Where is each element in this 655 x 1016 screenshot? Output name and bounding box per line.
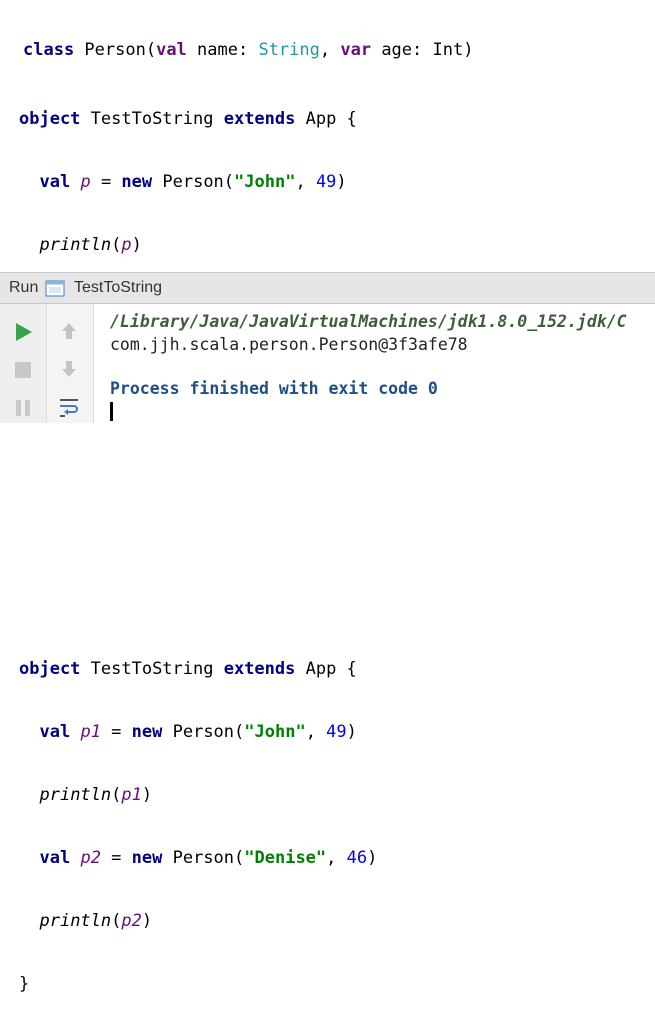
arrow-up-icon[interactable] <box>57 319 81 343</box>
code-line: val p1 = new Person("John", 49) <box>19 722 377 743</box>
soft-wrap-icon[interactable] <box>57 395 81 419</box>
code-text: ) <box>141 785 153 805</box>
closing-brace: } <box>19 974 30 994</box>
run-toolbar-primary <box>0 304 47 423</box>
play-icon[interactable] <box>11 320 35 344</box>
keyword-new: new <box>121 172 153 192</box>
code-line: println(p) <box>19 235 357 256</box>
keyword-val: val <box>39 172 71 192</box>
code-line: println(p1) <box>19 785 377 806</box>
variable-p1: p1 <box>80 722 101 742</box>
console-java-path: /Library/Java/JavaVirtualMachines/jdk1.8… <box>110 312 627 331</box>
code-text: Person( <box>162 722 245 742</box>
console-program-output: com.jjh.scala.person.Person@3f3afe78 <box>110 335 468 354</box>
code-text: , <box>319 40 341 60</box>
code-text: name: <box>186 40 259 60</box>
keyword-val: val <box>39 722 71 742</box>
code-text: ) <box>336 172 347 192</box>
run-panel-title: Run <box>9 279 39 296</box>
variable-p2: p2 <box>80 848 101 868</box>
code-text: Person( <box>152 172 235 192</box>
function-println: println <box>39 785 112 805</box>
code-line: val p = new Person("John", 49) <box>19 172 357 193</box>
keyword-class: class <box>23 40 75 60</box>
code-text: App { <box>295 109 357 129</box>
stop-icon[interactable] <box>11 358 35 382</box>
string-literal: "John" <box>234 172 296 192</box>
code-text: ( <box>111 911 122 931</box>
variable-p: p <box>121 235 132 255</box>
keyword-object: object <box>19 109 81 129</box>
code-text: , <box>326 848 347 868</box>
code-text: ( <box>111 235 122 255</box>
arrow-down-icon[interactable] <box>57 357 81 381</box>
number-literal: 49 <box>326 722 347 742</box>
code-text: = <box>90 172 122 192</box>
keyword-extends: extends <box>223 109 296 129</box>
code-line: object TestToString extends App { <box>19 659 377 680</box>
function-println: println <box>39 911 112 931</box>
keyword-new: new <box>131 722 163 742</box>
run-tab-label[interactable]: TestToString <box>74 279 162 297</box>
code-line: } <box>19 974 377 995</box>
number-literal: 49 <box>315 172 337 192</box>
code-text: TestToString <box>80 109 224 129</box>
code-line: val p2 = new Person("Denise", 46) <box>19 848 377 869</box>
code-text: Person( <box>162 848 245 868</box>
code-text: , <box>295 172 316 192</box>
code-text: , <box>305 722 327 742</box>
keyword-val: val <box>39 848 71 868</box>
variable-p: p <box>80 172 91 192</box>
code-line: class Person(val name: String, var age: … <box>23 40 473 61</box>
keyword-extends: extends <box>223 659 296 679</box>
number-literal: 46 <box>346 848 368 868</box>
code-text: App { <box>295 659 357 679</box>
code-text: TestToString <box>80 659 224 679</box>
keyword-new: new <box>131 848 163 868</box>
console-process-finished: Process finished with exit code 0 <box>110 379 438 398</box>
code-line: println(p2) <box>19 911 377 932</box>
function-println: println <box>39 235 112 255</box>
string-literal: "Denise" <box>244 848 327 868</box>
code-text: = <box>100 722 132 742</box>
keyword-val: val <box>156 40 187 60</box>
code-text: ) <box>141 911 153 931</box>
code-text: ( <box>111 785 122 805</box>
text-cursor <box>110 402 113 421</box>
variable-p2: p2 <box>121 911 142 931</box>
run-toolbar-secondary <box>47 304 94 423</box>
pause-icon[interactable] <box>11 396 35 420</box>
console-output[interactable]: /Library/Java/JavaVirtualMachines/jdk1.8… <box>110 304 655 423</box>
variable-p1: p1 <box>121 785 142 805</box>
keyword-var: var <box>340 40 372 60</box>
code-text: = <box>100 848 132 868</box>
code-text: ) <box>346 722 357 742</box>
code-text: ) <box>131 235 142 255</box>
code-text: ) <box>367 848 378 868</box>
code-line: object TestToString extends App { <box>19 109 357 130</box>
type-string: String <box>258 40 320 60</box>
console-tab-icon <box>45 280 65 297</box>
code-block-two-persons: object TestToString extends App { val p1… <box>19 617 377 1016</box>
keyword-object: object <box>19 659 81 679</box>
string-literal: "John" <box>244 722 306 742</box>
code-text: Person( <box>74 40 157 60</box>
code-text: age: Int) <box>371 40 474 60</box>
run-panel-header: Run TestToString <box>0 273 655 304</box>
run-tool-window: Run TestToString /Library/Java/JavaVirtu… <box>0 272 655 423</box>
